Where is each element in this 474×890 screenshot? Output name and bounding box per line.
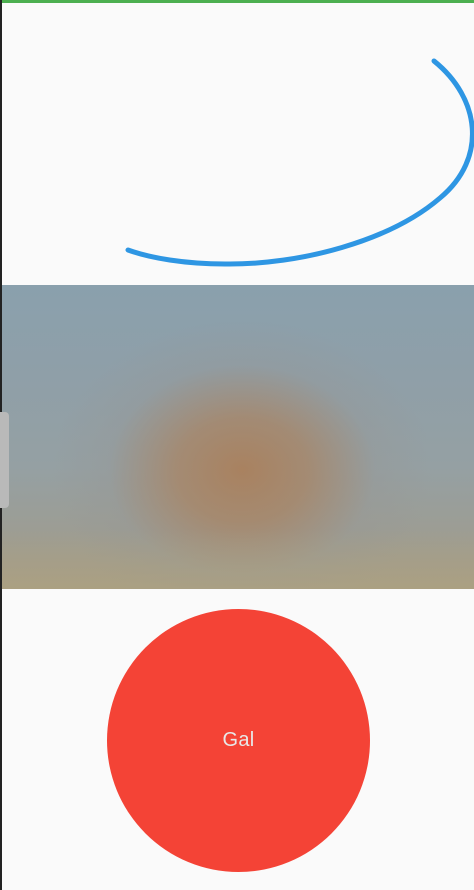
arc-canvas — [0, 3, 474, 285]
circle-button-label: Gal — [222, 729, 255, 751]
gal-circle-button[interactable]: Gal — [107, 609, 370, 872]
arc-drawing — [125, 58, 474, 267]
blue-arc — [125, 58, 474, 267]
edge-panel-handle[interactable] — [0, 412, 9, 508]
app-screen: Gal — [0, 0, 474, 890]
blurred-image — [2, 285, 474, 589]
